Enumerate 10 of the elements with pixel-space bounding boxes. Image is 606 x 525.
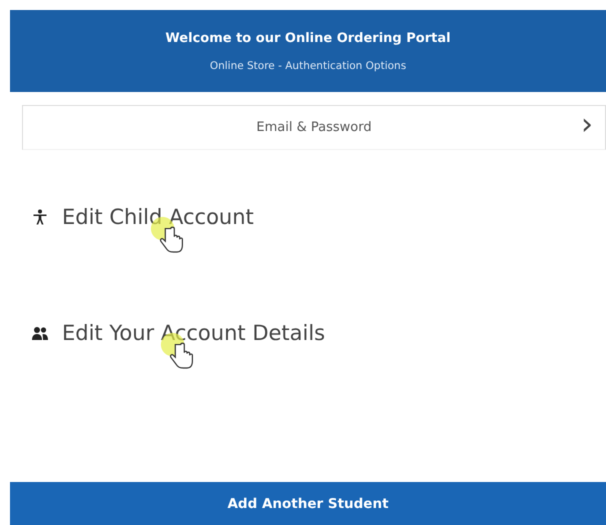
portal-subtitle: Online Store - Authentication Options bbox=[210, 60, 406, 72]
auth-option-row[interactable]: Email & Password › bbox=[22, 105, 606, 150]
menu-link[interactable]: Edit Your Account Details bbox=[10, 320, 606, 346]
add-student-button[interactable]: Add Another Student bbox=[10, 482, 606, 525]
menu-link[interactable]: Edit Child Account bbox=[10, 204, 606, 230]
auth-option-label: Email & Password bbox=[256, 120, 372, 135]
people-icon bbox=[32, 325, 48, 341]
portal-title: Welcome to our Online Ordering Portal bbox=[165, 30, 451, 46]
chevron-icon: › bbox=[581, 110, 593, 140]
person-icon bbox=[32, 209, 48, 225]
